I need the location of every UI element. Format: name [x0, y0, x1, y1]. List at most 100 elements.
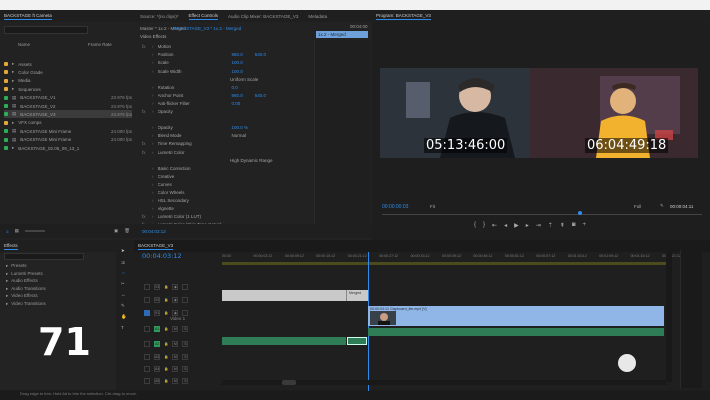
disclosure-triangle-icon[interactable]: ›: [152, 52, 154, 57]
disclosure-triangle-icon[interactable]: ›: [152, 174, 154, 179]
project-item[interactable]: ▸ Color Grade: [4, 68, 132, 76]
source-patch-button[interactable]: [144, 340, 150, 347]
effect-row-value[interactable]: Uniform Scale: [230, 77, 258, 82]
track-select-tool-icon[interactable]: ⇉: [121, 260, 125, 266]
project-column-fps[interactable]: Frame Rate: [88, 42, 112, 47]
scroll-handle[interactable]: [282, 380, 296, 385]
playhead-marker[interactable]: [578, 211, 582, 215]
play-icon[interactable]: ▶: [514, 222, 519, 229]
wrench-icon[interactable]: ✎: [660, 203, 664, 209]
fx-badge[interactable]: fx: [142, 141, 148, 146]
disclosure-triangle-icon[interactable]: ›: [152, 69, 154, 74]
tab-source[interactable]: Source: *(no clips)*: [140, 14, 179, 19]
fx-badge[interactable]: fx: [142, 44, 148, 49]
project-item[interactable]: ▸ Assets: [4, 60, 132, 68]
source-patch-button[interactable]: [144, 283, 150, 290]
track-name[interactable]: V1: [154, 309, 160, 316]
disclosure-triangle-icon[interactable]: ›: [152, 206, 154, 211]
project-item[interactable]: ▤ BACKSTAGE Mini Frame 24.000 fps: [4, 127, 132, 135]
timeline-timecode[interactable]: 00:04:03:12: [142, 252, 182, 260]
effects-title[interactable]: Effects: [4, 243, 18, 250]
disclosure-triangle-icon[interactable]: ›: [152, 85, 154, 90]
effect-row-value[interactable]: 960.0: [232, 52, 243, 57]
lock-icon[interactable]: 🔒: [164, 367, 168, 371]
disclosure-triangle-icon[interactable]: ›: [152, 109, 154, 114]
program-title[interactable]: Program: BACKSTAGE_V3: [376, 13, 431, 20]
eye-icon[interactable]: ◉: [172, 283, 179, 290]
mark-out-icon[interactable]: }: [483, 222, 485, 229]
disclosure-triangle-icon[interactable]: ›: [152, 198, 154, 203]
disclosure-triangle-icon[interactable]: ›: [152, 93, 154, 98]
project-item[interactable]: ▤ BACKSTAGE_V1 23.976 fps: [4, 94, 132, 102]
lock-icon[interactable]: 🔒: [164, 311, 168, 315]
sync-lock-icon[interactable]: [182, 309, 189, 316]
effects-search[interactable]: [4, 253, 84, 260]
icon-view-icon[interactable]: ▦: [15, 228, 19, 234]
hand-tool-icon[interactable]: ✋: [121, 314, 127, 320]
lift-icon[interactable]: ⇡: [548, 222, 553, 229]
effects-folder-item[interactable]: ▸ Audio Transitions: [6, 286, 46, 292]
trash-icon[interactable]: 🗑: [124, 228, 130, 234]
slip-tool-icon[interactable]: ↔: [121, 292, 126, 297]
project-title[interactable]: BACKSTAGE ft Cameta: [4, 13, 52, 20]
disclosure-triangle-icon[interactable]: ›: [152, 182, 154, 187]
project-search[interactable]: [4, 26, 88, 34]
camera-icon[interactable]: ◙: [572, 222, 576, 229]
project-item[interactable]: ▸ BACKSTAGE_02.05_09_13_1: [4, 144, 132, 152]
disclosure-triangle-icon[interactable]: ›: [152, 166, 154, 171]
source-patch-button[interactable]: [144, 309, 150, 316]
disclosure-triangle-icon[interactable]: ›: [152, 141, 154, 146]
program-quality[interactable]: Full: [634, 204, 641, 209]
track-name[interactable]: A2: [154, 340, 160, 347]
new-bin-icon[interactable]: ▣: [114, 228, 118, 234]
track-header[interactable]: V2 🔒 ◉: [144, 293, 222, 306]
track-name[interactable]: V2: [154, 296, 160, 303]
audio-clip-3[interactable]: [368, 328, 664, 336]
mute-button[interactable]: M: [172, 340, 179, 347]
eye-icon[interactable]: ◉: [172, 309, 179, 316]
lock-icon[interactable]: 🔒: [164, 342, 168, 346]
project-item[interactable]: ▤ BACKSTAGE_V3 23.976 fps: [4, 110, 132, 119]
track-header[interactable]: A5 🔒 M S: [144, 374, 222, 387]
step-forward-icon[interactable]: ▸: [526, 222, 529, 229]
effects-folder-item[interactable]: ▸ Audio Effects: [6, 278, 38, 284]
lock-icon[interactable]: 🔒: [164, 298, 168, 302]
track-name[interactable]: A3: [154, 353, 160, 360]
track-name[interactable]: V3: [154, 283, 160, 290]
source-patch-button[interactable]: [144, 365, 150, 372]
ripple-tool-icon[interactable]: ⇔: [121, 270, 126, 275]
extract-icon[interactable]: ⇞: [560, 222, 565, 229]
program-video-frame[interactable]: 05:13:46:00 06:04:49:18: [380, 68, 698, 158]
step-back-icon[interactable]: ◂: [504, 222, 507, 229]
sync-lock-icon[interactable]: [182, 283, 189, 290]
audio-clip-2[interactable]: [347, 337, 367, 345]
effect-row-value[interactable]: 100.0: [232, 69, 243, 74]
timeline-vertical-scroll[interactable]: [666, 252, 672, 382]
fx-badge[interactable]: fx: [142, 109, 148, 114]
disclosure-triangle-icon[interactable]: ›: [152, 133, 154, 138]
effect-row-value[interactable]: 960.0: [232, 93, 243, 98]
disclosure-triangle-icon[interactable]: ›: [152, 125, 154, 130]
source-patch-button[interactable]: [144, 377, 150, 384]
video-clip-vfx[interactable]: 00:00:03:12 Clapboard_lite.mp4 [V]: [368, 306, 664, 326]
mute-button[interactable]: M: [172, 365, 179, 372]
source-patch-button[interactable]: [144, 353, 150, 360]
lock-icon[interactable]: 🔒: [164, 355, 168, 359]
go-to-out-icon[interactable]: ⇥: [536, 222, 541, 229]
tab-audio-mixer[interactable]: Audio Clip Mixer: BACKSTAGE_V3: [228, 14, 298, 19]
work-area-bar[interactable]: [222, 262, 666, 265]
track-name[interactable]: A1: [154, 325, 160, 332]
tab-metadata[interactable]: Metadata: [308, 14, 327, 19]
mute-button[interactable]: M: [172, 325, 179, 332]
solo-button[interactable]: S: [182, 377, 189, 384]
sync-lock-icon[interactable]: [182, 296, 189, 303]
effects-folder-item[interactable]: ▸ Presets: [6, 263, 27, 269]
go-to-in-icon[interactable]: ⇤: [492, 222, 497, 229]
project-item[interactable]: ▸ Media: [4, 77, 132, 85]
solo-button[interactable]: S: [182, 325, 189, 332]
effects-folder-item[interactable]: ▸ Video Effects: [6, 293, 38, 299]
solo-button[interactable]: S: [182, 365, 189, 372]
mark-in-icon[interactable]: {: [474, 222, 476, 229]
project-item[interactable]: ▤ BACKSTAGE_V2 23.976 fps: [4, 102, 132, 110]
source-patch-button[interactable]: [144, 296, 150, 303]
